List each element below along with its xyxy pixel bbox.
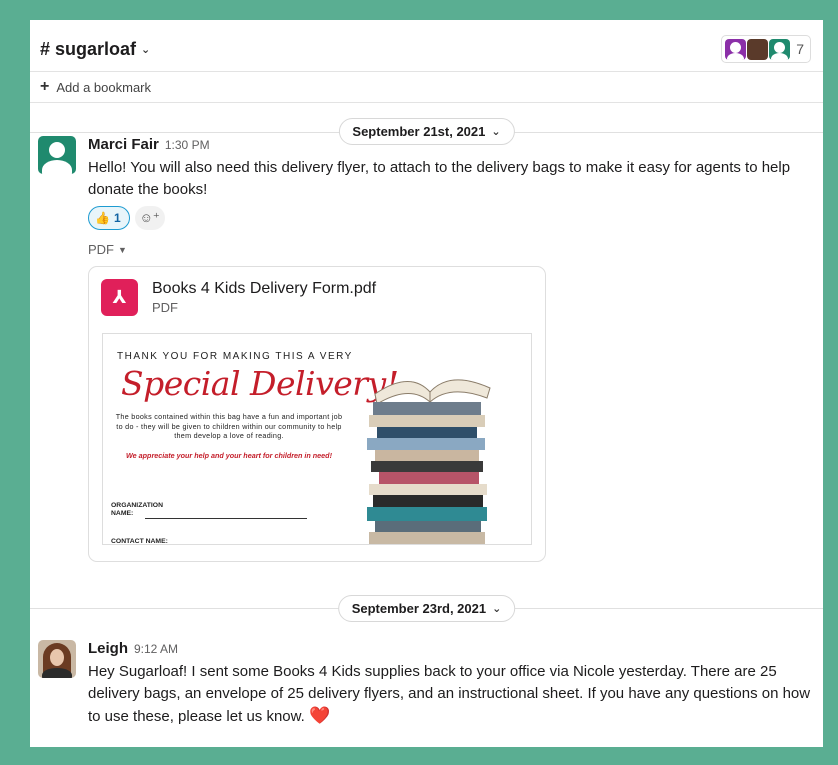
message-timestamp[interactable]: 9:12 AM: [134, 642, 178, 656]
preview-contact-label: CONTACT NAME:: [111, 538, 168, 545]
message-text: Hello! You will also need this delivery …: [88, 159, 791, 198]
thumbs-up-icon: 👍: [95, 211, 110, 225]
file-name[interactable]: Books 4 Kids Delivery Form.pdf: [152, 280, 376, 298]
divider: [171, 544, 307, 545]
caret-down-icon: ▼: [118, 244, 127, 255]
day-separator: September 23rd, 2021 ⌄: [30, 595, 823, 623]
reaction-count: 1: [113, 211, 121, 225]
message-text: Hey Sugarloaf! I sent some Books 4 Kids …: [88, 663, 811, 725]
pdf-icon: ⅄: [101, 279, 138, 316]
plus-icon: +: [40, 78, 50, 95]
message: Leigh 9:12 AM Hey Sugarloaf! I sent some…: [38, 640, 813, 728]
file-attachment[interactable]: ⅄ Books 4 Kids Delivery Form.pdf PDF THA…: [88, 266, 546, 562]
member-avatar: [747, 38, 769, 60]
channel-name: # sugarloaf: [40, 38, 137, 59]
members-button[interactable]: 7: [721, 35, 811, 63]
channel-header: # sugarloaf ⌄ 7: [30, 20, 823, 78]
chevron-down-icon: ⌄: [141, 43, 151, 56]
date-jump-button[interactable]: September 23rd, 2021 ⌄: [337, 595, 516, 622]
member-avatar: [769, 38, 791, 60]
preview-thanks-text: THANK YOU FOR MAKING THIS A VERY: [117, 351, 353, 362]
add-reaction-button[interactable]: ☺⁺: [134, 206, 165, 230]
preview-body-text: The books contained within this bag have…: [115, 412, 343, 440]
attachment-toggle[interactable]: PDF ▼: [88, 242, 813, 257]
preview-org-label: ORGANIZATION NAME:: [111, 502, 163, 517]
message-timestamp[interactable]: 1:30 PM: [165, 138, 210, 152]
date-label: September 23rd, 2021: [351, 601, 487, 616]
add-emoji-icon: ☺⁺: [139, 210, 160, 225]
file-preview[interactable]: THANK YOU FOR MAKING THIS A VERY Special…: [102, 333, 532, 545]
file-type: PDF: [152, 300, 178, 315]
avatar[interactable]: [38, 136, 76, 174]
member-avatar: [725, 38, 747, 60]
message-author[interactable]: Leigh: [88, 640, 128, 657]
chevron-down-icon: ⌄: [492, 603, 502, 615]
channel-name-button[interactable]: # sugarloaf ⌄: [40, 39, 150, 60]
preview-red-text: We appreciate your help and your heart f…: [126, 451, 332, 460]
message: Marci Fair 1:30 PM Hello! You will also …: [38, 136, 813, 562]
avatar[interactable]: [38, 640, 76, 678]
add-bookmark-label: Add a bookmark: [56, 79, 152, 95]
divider: [145, 518, 307, 519]
message-author[interactable]: Marci Fair: [88, 136, 159, 153]
heart-icon: ❤️: [308, 706, 331, 725]
book-stack-image: [367, 379, 491, 544]
member-count: 7: [796, 41, 804, 57]
add-bookmark-button[interactable]: + Add a bookmark: [30, 71, 823, 103]
reaction-thumbs-up[interactable]: 👍 1: [88, 206, 130, 230]
channel-panel: # sugarloaf ⌄ 7 + Add a bookmark Septemb…: [30, 20, 823, 747]
